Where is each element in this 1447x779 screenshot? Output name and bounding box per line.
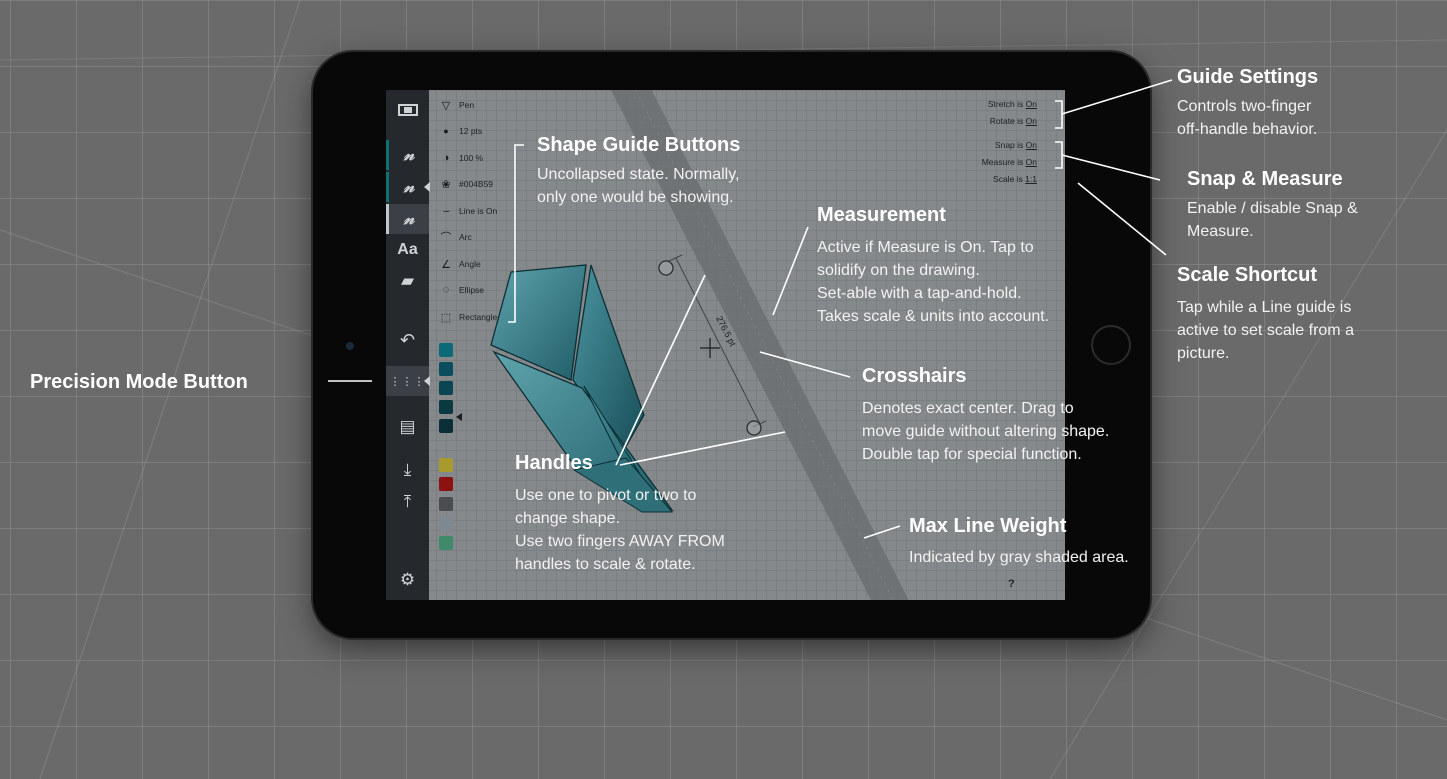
- dot-icon: ●: [443, 126, 449, 136]
- selected-swatch-indicator-icon: [456, 413, 462, 421]
- shape-guide-buttons-title: Shape Guide Buttons: [537, 134, 741, 156]
- text-tool-button[interactable]: Aa: [386, 235, 429, 265]
- shape-guide-buttons-desc: Uncollapsed state. Normally, only one wo…: [537, 166, 740, 206]
- eraser-tool-button[interactable]: ▰: [386, 266, 429, 296]
- color-swatch[interactable]: [439, 381, 453, 395]
- snap-measure-title: Snap & Measure: [1187, 168, 1343, 190]
- crosshairs-title: Crosshairs: [862, 365, 967, 387]
- palette-icon: ❀: [441, 178, 451, 191]
- line-weight-item[interactable]: ● 12 pts: [439, 121, 482, 141]
- color-swatch[interactable]: [439, 362, 453, 376]
- eraser-icon: ▰: [400, 271, 415, 290]
- upload-tray-icon: ⤒: [403, 492, 412, 511]
- camera: [346, 342, 354, 350]
- pen-stroke-icon: 𝓃: [403, 145, 415, 164]
- ellipse-guide-button[interactable]: ◌ Ellipse: [439, 280, 484, 300]
- color-swatch[interactable]: [439, 497, 453, 511]
- rectangle-icon: ⬚: [440, 311, 452, 324]
- tool-type-item[interactable]: ▽ Pen: [439, 95, 474, 115]
- measurement-title: Measurement: [817, 204, 946, 226]
- rectangle-guide-button[interactable]: ⬚ Rectangle: [439, 307, 497, 327]
- selected-indicator-icon: [424, 182, 430, 192]
- undo-button[interactable]: ↶: [386, 325, 429, 355]
- gear-icon: ⚙: [399, 570, 416, 589]
- angle-icon: ∠: [441, 258, 451, 271]
- marker-stroke-icon: 𝓃: [403, 209, 415, 228]
- layers-button[interactable]: ▤: [386, 412, 429, 442]
- guide-settings-title: Guide Settings: [1177, 66, 1319, 88]
- measurement-desc: Active if Measure is On. Tap to solidify…: [817, 239, 1050, 325]
- color-item[interactable]: ❀ #004B59: [439, 174, 493, 194]
- collapse-toolbar-button[interactable]: [386, 95, 429, 125]
- rotate-toggle[interactable]: Rotate is On: [990, 116, 1037, 130]
- arc-icon: ⌒: [440, 232, 452, 244]
- guide-settings-desc: Controls two-finger off-handle behavior.: [1177, 98, 1318, 138]
- import-button[interactable]: ⤓: [386, 455, 429, 485]
- ellipse-icon: ◌: [442, 284, 450, 296]
- text-tool-label: Aa: [397, 241, 418, 258]
- toolbar-sidebar: 𝓃 𝓃 𝓃 Aa ▰ ↶ ⋮⋮⋮ ▤ ⤓ ⤒ ⚙: [386, 90, 430, 600]
- handle-top[interactable]: [658, 260, 674, 276]
- color-swatch[interactable]: [439, 458, 453, 472]
- color-swatch[interactable]: [439, 400, 453, 414]
- snap-measure-desc: Enable / disable Snap & Measure.: [1187, 200, 1358, 240]
- handle-bottom[interactable]: [746, 420, 762, 436]
- pen-triangle-icon: ▽: [441, 99, 451, 112]
- crosshairs-desc: Denotes exact center. Drag to move guide…: [862, 400, 1110, 463]
- color-swatch[interactable]: [439, 343, 453, 357]
- pen-tool-button[interactable]: 𝓃: [386, 140, 429, 170]
- help-button[interactable]: ?: [1008, 578, 1015, 590]
- home-button[interactable]: [1091, 325, 1131, 365]
- line-guide-button[interactable]: --- Line is On: [439, 201, 497, 221]
- dot-grid-icon: ⋮⋮⋮: [389, 375, 426, 388]
- max-line-weight-desc: Indicated by gray shaded area.: [909, 549, 1129, 566]
- undo-arrow-icon: ↶: [399, 329, 416, 350]
- download-tray-icon: ⤓: [403, 460, 412, 479]
- layers-icon: ▤: [399, 417, 416, 436]
- settings-button[interactable]: ⚙: [386, 565, 429, 595]
- color-swatch[interactable]: [439, 536, 453, 550]
- handles-title: Handles: [515, 452, 593, 474]
- handles-desc: Use one to pivot or two to change shape.…: [515, 487, 725, 573]
- measure-toggle[interactable]: Measure is On: [982, 157, 1037, 171]
- opacity-item[interactable]: ◑ 100 %: [439, 148, 483, 168]
- scale-shortcut-desc: Tap while a Line guide is active to set …: [1177, 299, 1354, 362]
- color-swatch[interactable]: [439, 477, 453, 491]
- snap-toggle[interactable]: Snap is On: [995, 140, 1037, 154]
- precision-mode-button[interactable]: ⋮⋮⋮: [386, 366, 430, 396]
- precision-mode-title: Precision Mode Button: [30, 371, 248, 393]
- color-swatch[interactable]: [439, 517, 453, 531]
- half-circle-icon: ◑: [442, 152, 450, 164]
- angle-guide-button[interactable]: ∠ Angle: [439, 254, 481, 274]
- selected-indicator-icon: [424, 376, 430, 386]
- marker-tool-button[interactable]: 𝓃: [386, 204, 429, 234]
- brush-tool-button[interactable]: 𝓃: [386, 172, 430, 202]
- brush-stroke-icon: 𝓃: [403, 177, 415, 196]
- arc-guide-button[interactable]: ⌒ Arc: [439, 227, 472, 247]
- stretch-toggle[interactable]: Stretch is On: [988, 99, 1037, 113]
- panel-toggle-icon: [397, 104, 418, 116]
- crosshairs[interactable]: [700, 338, 720, 358]
- scale-shortcut-title: Scale Shortcut: [1177, 264, 1318, 286]
- color-swatch[interactable]: [439, 419, 453, 433]
- dashed-line-icon: ---: [443, 206, 450, 216]
- export-button[interactable]: ⤒: [386, 487, 429, 517]
- max-line-weight-title: Max Line Weight: [909, 515, 1067, 537]
- scale-shortcut-button[interactable]: Scale is 1:1: [993, 174, 1037, 188]
